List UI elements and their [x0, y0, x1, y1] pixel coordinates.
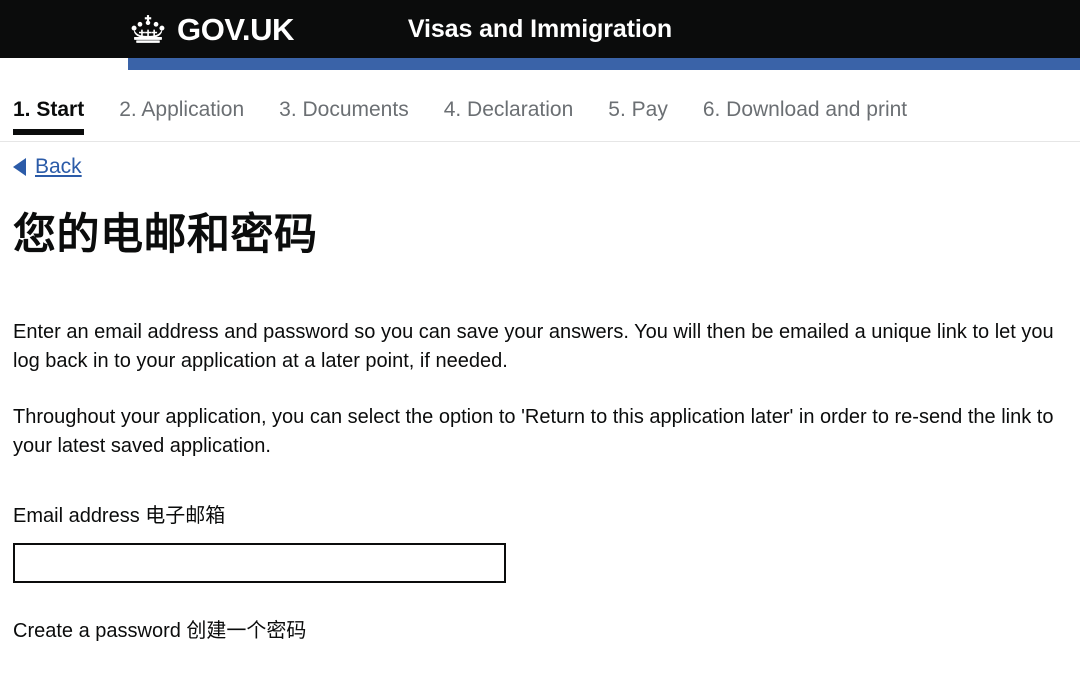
step-1-start[interactable]: 1. Start [13, 70, 85, 135]
header-accent-bar [128, 58, 1080, 70]
back-link-row[interactable]: Back [13, 156, 1067, 177]
create-password-label: Create a password 创建一个密码 [13, 620, 307, 643]
triangle-left-icon [13, 157, 26, 176]
intro-paragraph-1: Enter an email address and password so y… [13, 321, 1054, 373]
progress-step-nav: 1. Start 2. Application 3. Documents 4. … [0, 70, 1080, 142]
gov-uk-logo-link[interactable]: GOV.UK [128, 0, 294, 58]
step-6-download-and-print[interactable]: 6. Download and print [703, 70, 907, 120]
gov-uk-brand-name: GOV.UK [177, 11, 295, 47]
step-4-declaration[interactable]: 4. Declaration [444, 70, 574, 120]
main-content: Back 您的电邮和密码 Enter an email address and … [0, 156, 1080, 644]
page-title: 您的电邮和密码 [13, 211, 318, 259]
intro-paragraph-2: Throughout your application, you can sel… [13, 406, 1054, 458]
step-list: 1. Start 2. Application 3. Documents 4. … [13, 70, 942, 135]
crown-icon [131, 15, 165, 43]
step-3-documents[interactable]: 3. Documents [279, 70, 409, 120]
step-5-pay[interactable]: 5. Pay [608, 70, 668, 120]
step-2-application[interactable]: 2. Application [119, 70, 244, 120]
email-input[interactable] [13, 543, 506, 584]
email-address-label: Email address 电子邮箱 [13, 505, 226, 528]
back-link[interactable]: Back [35, 156, 82, 177]
gov-uk-header: GOV.UK Visas and Immigration [0, 0, 1080, 58]
